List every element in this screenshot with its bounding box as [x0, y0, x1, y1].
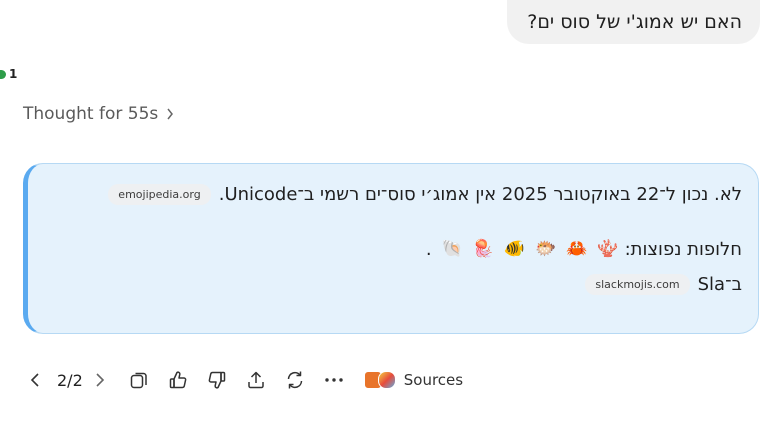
- slackmojis-favicon-icon: [377, 371, 396, 389]
- thumbs-down-icon[interactable]: [204, 366, 230, 394]
- user-message-text: האם יש אמוג'י של סוס ים?: [527, 11, 742, 33]
- sources-label: Sources: [403, 371, 464, 389]
- indicator-count: 1: [9, 67, 18, 81]
- emoji-item: 🐡: [535, 239, 557, 259]
- response-toolbar: 2/2 Sources: [22, 366, 463, 394]
- answer-line-3-text: ב־Sla: [697, 274, 742, 295]
- thought-toggle[interactable]: Thought for 55s: [23, 104, 174, 124]
- emoji-item: 🦀: [566, 239, 588, 259]
- share-icon[interactable]: [243, 366, 269, 394]
- source-chip-emojipedia[interactable]: emojipedia.org: [108, 184, 211, 205]
- source-chip-slackmojis[interactable]: slackmojis.com: [585, 274, 690, 295]
- more-icon[interactable]: [321, 366, 347, 394]
- answer-line-1: לא. נכון ל־22 באוקטובר 2025 אין אמוג׳י ס…: [108, 184, 742, 205]
- response-indicator: 1: [0, 67, 17, 81]
- emoji-item: 🐚: [441, 239, 463, 259]
- chevron-right-icon[interactable]: [87, 366, 113, 394]
- emoji-list: 🪸 🦀 🐡 🐠 🪼 🐚 .: [426, 239, 619, 260]
- answer-line-3: ב־Sla slackmojis.com: [585, 274, 742, 295]
- chevron-left-icon[interactable]: [22, 366, 48, 394]
- emoji-item: 🪼: [472, 239, 494, 259]
- emoji-item: 🐠: [503, 239, 526, 259]
- thought-label: Thought for 55s: [23, 104, 159, 124]
- thumbs-up-icon[interactable]: [165, 366, 191, 394]
- emoji-item: 🪸: [597, 239, 619, 259]
- regenerate-icon[interactable]: [282, 366, 308, 394]
- source-favicons: [363, 371, 398, 389]
- emoji-trail: .: [425, 239, 432, 260]
- answer-card: לא. נכון ל־22 באוקטובר 2025 אין אמוג׳י ס…: [23, 163, 759, 334]
- answer-line-2: חלופות נפוצות: 🪸 🦀 🐡 🐠 🪼 🐚 .: [426, 239, 742, 260]
- sources-button[interactable]: Sources: [363, 371, 464, 389]
- user-message-bubble: האם יש אמוג'י של סוס ים?: [507, 0, 760, 44]
- status-dot: [0, 69, 6, 79]
- chevron-right-icon: [166, 108, 174, 120]
- copy-icon[interactable]: [126, 366, 152, 394]
- chat-page: האם יש אמוג'י של סוס ים? 1 Thought for 5…: [0, 0, 777, 432]
- pager-text: 2/2: [57, 370, 83, 390]
- answer-line-1-text: לא. נכון ל־22 באוקטובר 2025 אין אמוג׳י ס…: [218, 184, 742, 205]
- answer-line-2-text: חלופות נפוצות:: [624, 239, 742, 260]
